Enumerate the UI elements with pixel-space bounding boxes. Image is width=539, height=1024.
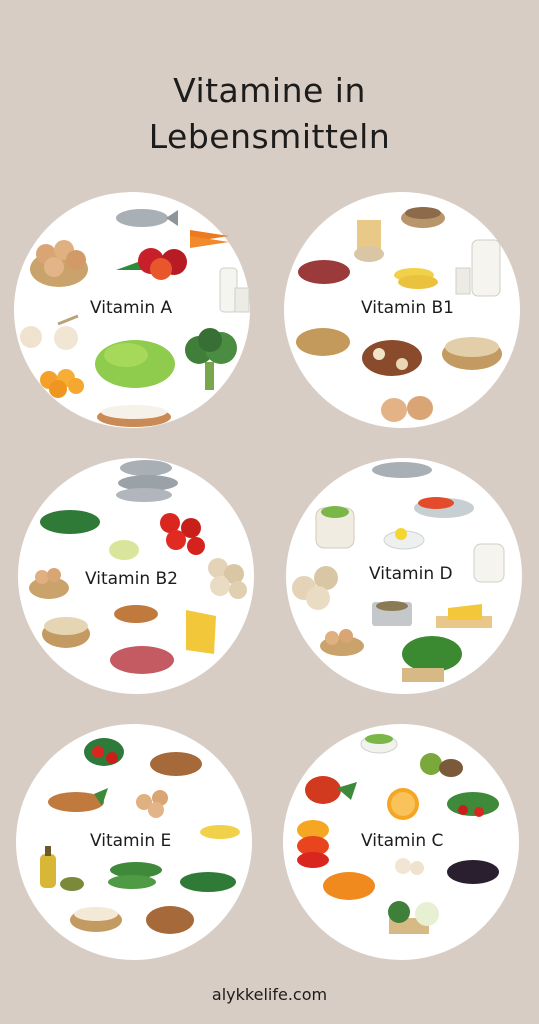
- garlic-icon: [395, 858, 424, 875]
- vitamin-b1-circle: Vitamin B1: [284, 192, 520, 428]
- page-title: Vitamine in Lebensmitteln: [0, 68, 539, 160]
- blackcurrant-icon: [447, 860, 499, 884]
- apricots-icon: [40, 369, 84, 398]
- nuts-pile-icon: [146, 906, 194, 934]
- sea-buckthorn-icon: [323, 872, 375, 900]
- title-line-1: Vitamine in: [173, 71, 366, 110]
- eggs-basket-icon: [29, 568, 69, 599]
- eggs-basket-icon: [30, 240, 88, 287]
- cheese-icon: [436, 604, 492, 628]
- almonds-icon: [48, 788, 108, 812]
- website-footer: alykkelife.com: [211, 985, 328, 1004]
- oats-bowl-icon: [42, 617, 90, 648]
- lettuce-icon: [95, 340, 175, 388]
- minced-meat-icon: [110, 646, 174, 674]
- fish-icon: [372, 462, 432, 478]
- bell-peppers-icon: [297, 820, 329, 868]
- corn-icon: [200, 825, 240, 839]
- peas-bowl-icon: [360, 734, 398, 754]
- spinach-icon: [180, 872, 236, 892]
- cucumbers-icon: [108, 862, 162, 889]
- broccoli-cabbage-box-icon: [388, 901, 439, 934]
- bulgur-pile-icon: [296, 328, 350, 356]
- rowan-berries-icon: [305, 776, 357, 804]
- milk-jug-icon: [473, 543, 505, 583]
- milk-jug-icon: [455, 239, 501, 297]
- peas-bag-icon: [315, 506, 355, 549]
- tomatoes-icon: [160, 513, 205, 555]
- vitamin-c-label: Vitamin C: [358, 831, 447, 851]
- pasta-bag-icon: [354, 220, 384, 262]
- vitamin-a-label: Vitamin A: [87, 298, 176, 318]
- hazelnuts-icon: [150, 752, 202, 776]
- lemon-bowl-icon: [383, 528, 425, 550]
- vitamin-c-circle: Vitamin C: [283, 724, 519, 960]
- garlic-icon: [20, 314, 79, 350]
- vitamin-e-label: Vitamin E: [87, 831, 175, 851]
- vitamin-b2-circle: Vitamin B2: [18, 458, 254, 694]
- rosehip-branch-icon: [84, 738, 124, 766]
- kiwi-icon: [420, 753, 463, 777]
- porridge-bowl-icon: [70, 907, 122, 932]
- meat-icon: [298, 260, 350, 284]
- broccoli-icon: [185, 328, 237, 390]
- eggs-icon: [136, 790, 168, 818]
- beans-icon: [362, 340, 422, 376]
- mushrooms-icon: [292, 566, 338, 610]
- oat-bowl-icon: [442, 337, 502, 370]
- eggs-basket-icon: [320, 629, 364, 656]
- grain-bowl-icon: [401, 207, 445, 228]
- parsley-icon: [402, 636, 462, 682]
- corn-icon: [394, 268, 438, 289]
- cottage-cheese-icon: [97, 405, 171, 427]
- spinach-icon: [40, 510, 100, 534]
- carrot-icon: [190, 230, 229, 248]
- vitamin-d-circle: Vitamin D: [286, 458, 522, 694]
- title-line-2: Lebensmitteln: [148, 117, 391, 156]
- almonds-icon: [114, 605, 158, 623]
- plum-apple-icon: [116, 248, 187, 280]
- vitamin-a-circle: Vitamin A: [14, 192, 250, 428]
- vitamin-b1-label: Vitamin B1: [358, 298, 458, 318]
- fish-icon: [116, 209, 178, 227]
- olive-oil-icon: [40, 846, 84, 891]
- vitamin-e-circle: Vitamin E: [16, 724, 252, 960]
- vitamin-d-label: Vitamin D: [366, 564, 456, 584]
- orange-slice-icon: [387, 788, 419, 820]
- rosehip-branch-icon: [447, 792, 499, 817]
- caviar-bowl-icon: [414, 497, 474, 518]
- eggs-icon: [381, 396, 433, 422]
- vitamin-b2-label: Vitamin B2: [82, 569, 182, 589]
- cabbage-icon: [109, 540, 139, 560]
- milk-bottle-icon: [219, 267, 250, 313]
- sardines-can-icon: [372, 601, 412, 626]
- fish-icon: [116, 460, 178, 502]
- cheese-icon: [186, 610, 216, 654]
- mushrooms-icon: [208, 558, 247, 599]
